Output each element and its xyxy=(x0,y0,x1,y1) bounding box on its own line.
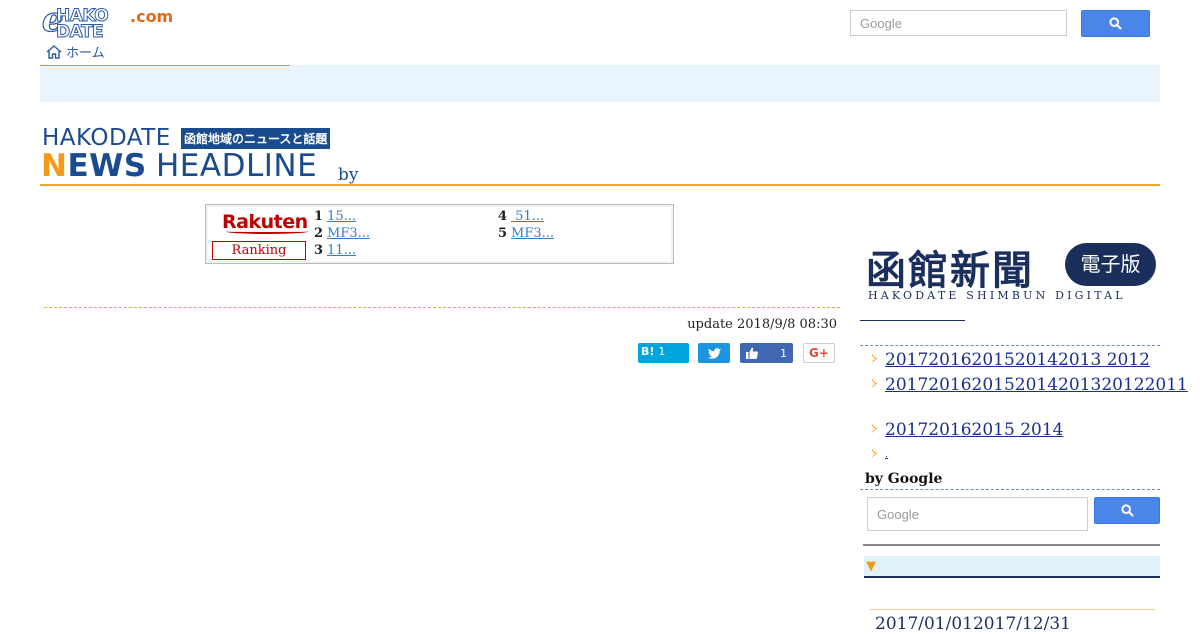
chevron-right-icon xyxy=(871,424,878,433)
ranking-item-3: 3 11... xyxy=(314,243,374,259)
hatena-icon: B! xyxy=(641,344,655,358)
chevron-right-icon xyxy=(871,449,878,458)
top-search-input[interactable] xyxy=(850,10,1067,36)
brand-news: NEWS xyxy=(41,148,147,184)
brand-headline: HEADLINE xyxy=(156,148,318,184)
brand-news-rest: EWS xyxy=(67,148,147,184)
logo-date: DATE xyxy=(55,22,104,43)
main-divider xyxy=(44,307,840,308)
sidebar-rule xyxy=(863,544,1160,546)
ehakodate-logo[interactable]: e HAKO DATE .com xyxy=(41,0,182,43)
tweet-button[interactable] xyxy=(698,343,730,363)
logo-underline xyxy=(40,65,290,66)
sidebar-search xyxy=(867,497,1160,531)
hakodate-shimbun-banner[interactable]: 函館新聞 電子版 HAKODATE SHIMBUN DIGITAL xyxy=(866,238,1156,304)
google-plus-button[interactable]: G+ xyxy=(803,343,835,363)
sidebar-divider xyxy=(860,489,1160,490)
brand-news-n: N xyxy=(41,148,68,184)
archive-link[interactable]: 2017201620152014201320122011 xyxy=(885,375,1188,395)
period-rule xyxy=(870,609,1155,610)
rank-link[interactable]: MF3... xyxy=(327,226,410,241)
by-google-label: by Google xyxy=(865,471,943,487)
archive-link[interactable]: . xyxy=(885,445,1155,465)
period-range: 2017/01/012017/12/31 xyxy=(875,614,1071,634)
twitter-bird-icon xyxy=(707,347,721,359)
nav-band xyxy=(40,65,1160,102)
rank-number: 1 xyxy=(314,209,324,224)
ranking-button[interactable]: Ranking xyxy=(212,241,306,260)
search-icon xyxy=(1120,504,1134,517)
update-timestamp: update 2018/9/8 08:30 xyxy=(687,317,837,332)
rank-number: 4 xyxy=(498,209,508,224)
shimbun-kanji: 函館新聞 xyxy=(866,247,1034,294)
ranking-item-4: 4 51... xyxy=(498,209,572,225)
hatena-count: 1 xyxy=(658,344,666,358)
rank-link[interactable]: 11... xyxy=(327,243,374,258)
archive-link[interactable]: 20172016201520142013 2012 xyxy=(885,350,1155,370)
facebook-like-button[interactable]: 1 xyxy=(740,343,793,363)
hatena-bookmark-button[interactable]: B! 1 xyxy=(638,343,689,363)
chevron-right-icon xyxy=(871,354,878,363)
home-icon xyxy=(46,44,62,59)
archive-item: . xyxy=(870,445,1155,465)
rank-link[interactable]: 15... xyxy=(327,209,400,224)
logo-com: .com xyxy=(130,7,174,26)
sidebar-divider xyxy=(860,345,1160,346)
top-search-button[interactable] xyxy=(1081,10,1150,37)
rakuten-logo[interactable]: Rakuten xyxy=(222,211,308,234)
archive-item: 20172016201520142013 2012 xyxy=(870,350,1155,370)
search-icon xyxy=(1109,17,1122,30)
shimbun-edition-badge: 電子版 xyxy=(1065,243,1156,286)
archive-link[interactable]: 201720162015 2014 xyxy=(885,420,1155,440)
thumbs-up-icon xyxy=(746,347,758,359)
home-link[interactable]: ホーム xyxy=(46,42,105,61)
top-search xyxy=(850,10,1150,37)
rank-number: 2 xyxy=(314,226,324,241)
brand-by: by xyxy=(338,165,359,185)
archive-item: 201720162015 2014 xyxy=(870,420,1155,440)
sidebar-search-button[interactable] xyxy=(1094,497,1160,524)
rank-link[interactable]: MF3... xyxy=(511,226,594,241)
ranking-item-2: 2 MF3... xyxy=(314,226,410,242)
header-divider xyxy=(40,184,1160,186)
home-label: ホーム xyxy=(66,46,105,61)
brand-tagline: 函館地域のニュースと話題 xyxy=(181,128,331,149)
sidebar-search-input[interactable] xyxy=(867,497,1088,531)
sidebar-link-underline[interactable] xyxy=(860,320,965,321)
triangle-down-icon: ▼ xyxy=(866,559,876,574)
archive-item: 2017201620152014201320122011 xyxy=(870,375,1188,395)
chevron-right-icon xyxy=(871,379,878,388)
rank-link[interactable]: 51... xyxy=(511,209,572,224)
ranking-item-1: 1 15... xyxy=(314,209,400,225)
rakuten-ranking: Rakuten Ranking 1 15... 2 MF3... 3 11... 4 … xyxy=(205,204,674,264)
rank-number: 3 xyxy=(314,243,324,258)
like-count: 1 xyxy=(780,346,787,360)
period-header[interactable]: ▼ xyxy=(864,556,1160,578)
rank-number: 5 xyxy=(498,226,508,241)
shimbun-roman: HAKODATE SHIMBUN DIGITAL xyxy=(868,289,1126,302)
ranking-item-5: 5 MF3... xyxy=(498,226,594,242)
